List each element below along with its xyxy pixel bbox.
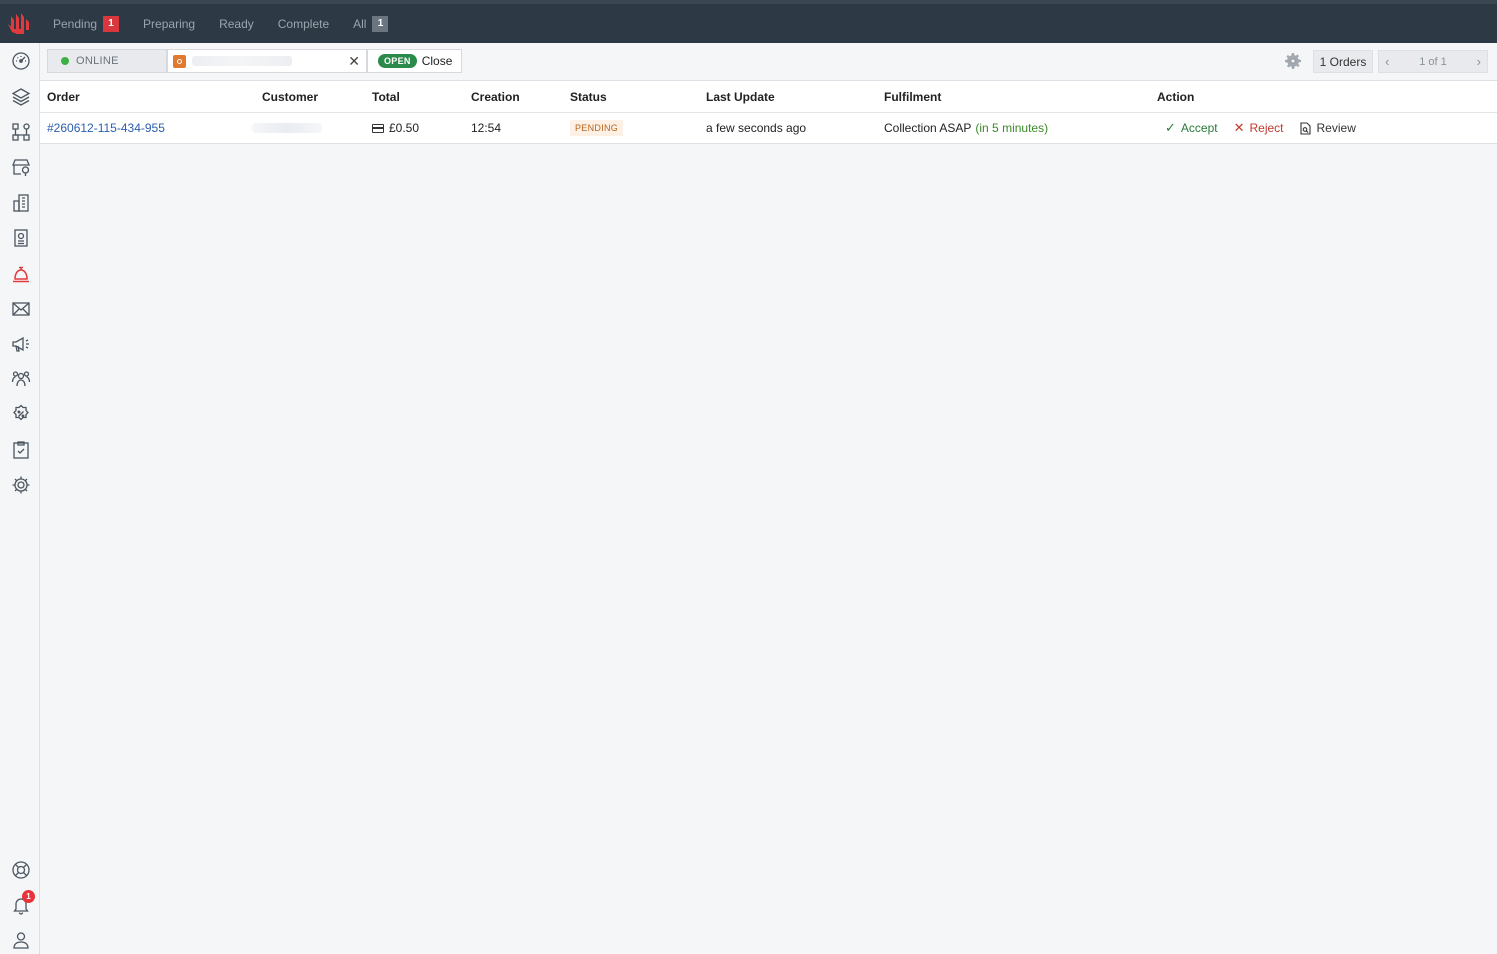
store-location-icon[interactable]	[10, 156, 31, 177]
col-header-last-update: Last Update	[706, 89, 775, 104]
dashboard-icon[interactable]	[10, 50, 31, 71]
top-nav-bar: Pending 1 Preparing Ready Complete All 1	[0, 0, 1497, 43]
fulfilment-type: Collection ASAP	[884, 121, 972, 135]
col-header-total: Total	[372, 89, 400, 104]
layers-icon[interactable]	[10, 86, 31, 107]
orders-table: Order Customer Total Creation Status Las…	[40, 81, 1497, 144]
customers-icon[interactable]	[10, 368, 31, 389]
buildings-icon[interactable]	[10, 192, 31, 213]
last-update-text: a few seconds ago	[706, 121, 807, 135]
document-search-icon	[1299, 121, 1311, 135]
fulfilment-eta: (in 5 minutes)	[975, 121, 1049, 135]
brand-logo[interactable]	[8, 10, 34, 36]
tab-label: Complete	[277, 16, 330, 31]
help-icon[interactable]	[10, 859, 31, 880]
tab-label: Ready	[219, 16, 254, 31]
store-name-redacted	[192, 56, 292, 66]
prev-page-icon[interactable]: ‹	[1385, 54, 1389, 69]
col-header-status: Status	[570, 89, 607, 104]
customer-name-redacted	[252, 123, 322, 133]
store-logo-icon	[173, 54, 186, 68]
table-row[interactable]: #260612-115-434-955 £0.50 12:54 PENDING …	[40, 113, 1497, 144]
table-header: Order Customer Total Creation Status Las…	[40, 81, 1497, 113]
pagination: ‹ 1 of 1 ›	[1378, 50, 1488, 73]
discount-icon[interactable]	[10, 403, 31, 424]
mail-icon[interactable]	[10, 298, 31, 319]
col-header-action: Action	[1157, 89, 1195, 104]
open-status-pill: OPEN	[378, 54, 417, 68]
page-indicator: 1 of 1	[1419, 55, 1447, 68]
close-icon: ✕	[1233, 120, 1245, 135]
tab-label: Pending	[53, 16, 98, 31]
online-label: ONLINE	[76, 55, 119, 67]
accept-label: Accept	[1180, 121, 1218, 135]
receipt-icon[interactable]	[10, 227, 31, 248]
card-payment-icon	[372, 123, 384, 133]
tab-preparing[interactable]: Preparing	[143, 17, 195, 31]
sidebar	[0, 43, 40, 954]
integrations-icon[interactable]	[10, 121, 31, 142]
settings-icon[interactable]	[10, 474, 31, 495]
order-status-tabs: Pending 1 Preparing Ready Complete All 1	[53, 4, 412, 43]
next-page-icon[interactable]: ›	[1477, 54, 1481, 69]
online-status[interactable]: ONLINE	[47, 49, 167, 73]
tab-complete[interactable]: Complete	[278, 17, 329, 31]
reject-button[interactable]: ✕ Reject	[1234, 120, 1284, 136]
gear-icon[interactable]	[1285, 53, 1301, 69]
review-button[interactable]: Review	[1299, 121, 1356, 135]
orders-toolbar: ONLINE ✕ OPEN Close 1 Orders ‹ 1 of 1 ›	[40, 43, 1497, 81]
order-creation-time: 12:54	[471, 121, 502, 135]
all-count-badge: 1	[372, 15, 389, 32]
open-close-toggle[interactable]: OPEN Close	[367, 49, 462, 73]
check-icon: ✓	[1165, 120, 1176, 135]
col-header-creation: Creation	[471, 89, 520, 104]
pending-count-badge: 1	[103, 15, 120, 32]
tab-label: All	[353, 16, 367, 31]
megaphone-icon[interactable]	[10, 333, 31, 354]
order-number-link[interactable]: #260612-115-434-955	[47, 121, 165, 135]
orders-bell-icon[interactable]	[10, 263, 31, 284]
tab-all[interactable]: All 1	[353, 15, 389, 32]
status-badge: PENDING	[570, 120, 624, 136]
accept-button[interactable]: ✓ Accept	[1165, 120, 1218, 136]
store-selector[interactable]: ✕	[167, 49, 367, 73]
online-dot-icon	[61, 57, 69, 65]
order-total: £0.50	[389, 121, 420, 135]
col-header-order: Order	[47, 89, 80, 104]
tab-label: Preparing	[143, 16, 196, 31]
review-label: Review	[1316, 121, 1356, 135]
orders-count: 1 Orders	[1313, 50, 1373, 73]
col-header-customer: Customer	[262, 89, 319, 104]
tab-ready[interactable]: Ready	[219, 17, 254, 31]
col-header-fulfilment: Fulfilment	[884, 89, 942, 104]
close-button[interactable]: Close	[422, 54, 453, 68]
reject-label: Reject	[1249, 121, 1284, 135]
checklist-icon[interactable]	[10, 439, 31, 460]
clear-store-icon[interactable]: ✕	[348, 53, 360, 70]
tab-pending[interactable]: Pending 1	[53, 15, 120, 32]
profile-icon[interactable]	[10, 929, 31, 950]
notification-count-badge: 1	[22, 890, 35, 903]
